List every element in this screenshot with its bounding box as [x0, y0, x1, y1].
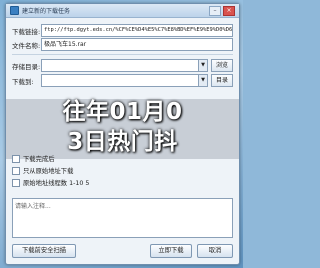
url-label: 下载链接:	[12, 27, 41, 36]
option-2-label: 只从原始地址下载	[23, 168, 74, 175]
option-1-label: 下载完成后	[23, 156, 55, 163]
url-field[interactable]: ftp://ftp.dgyt.eds.cn/%CF%CE%D4%E5%C7%E8…	[41, 24, 233, 37]
close-button[interactable]: ×	[223, 5, 235, 16]
dir-button[interactable]: 目录	[211, 74, 233, 87]
option-1-checkbox[interactable]	[12, 154, 20, 163]
window-title: 建立新的下载任务	[22, 8, 71, 15]
save-dir-select[interactable]: ▼	[41, 74, 208, 87]
category-select[interactable]: ▼	[41, 59, 208, 72]
comment-textarea[interactable]: 请输入注释...	[12, 198, 233, 238]
safe-scan-button[interactable]: 下载前安全扫描	[12, 244, 76, 258]
save-dir-label: 下载到:	[12, 77, 34, 86]
option-3-label: 原始地址线程数 1-10 5	[23, 180, 90, 187]
option-2-checkbox[interactable]	[12, 166, 20, 175]
overlay-line-1: 往年01月0	[62, 99, 183, 125]
title-bar[interactable]: 建立新的下载任务 – ×	[6, 4, 239, 18]
category-label: 存储目录:	[12, 62, 41, 71]
download-now-button[interactable]: 立即下载	[150, 244, 192, 258]
overlay-line-2: 3日热门抖	[67, 129, 178, 155]
browse-button[interactable]: 浏览	[211, 59, 233, 72]
app-icon	[10, 6, 19, 15]
chevron-down-icon[interactable]: ▼	[198, 75, 207, 86]
dialog-footer: 下载前安全扫描 立即下载 取消	[12, 244, 233, 258]
separator	[12, 54, 233, 55]
filename-label: 文件名称:	[12, 41, 41, 50]
option-3-checkbox[interactable]	[12, 178, 20, 187]
overlay-caption: 往年01月0 3日热门抖	[6, 97, 239, 157]
minimize-button[interactable]: –	[209, 5, 221, 16]
filename-field[interactable]: 极品飞车15.rar	[41, 38, 233, 51]
cancel-button[interactable]: 取消	[197, 244, 233, 258]
chevron-down-icon[interactable]: ▼	[198, 60, 207, 71]
new-download-dialog: 建立新的下载任务 – × 下载链接: ftp://ftp.dgyt.eds.cn…	[5, 3, 240, 265]
